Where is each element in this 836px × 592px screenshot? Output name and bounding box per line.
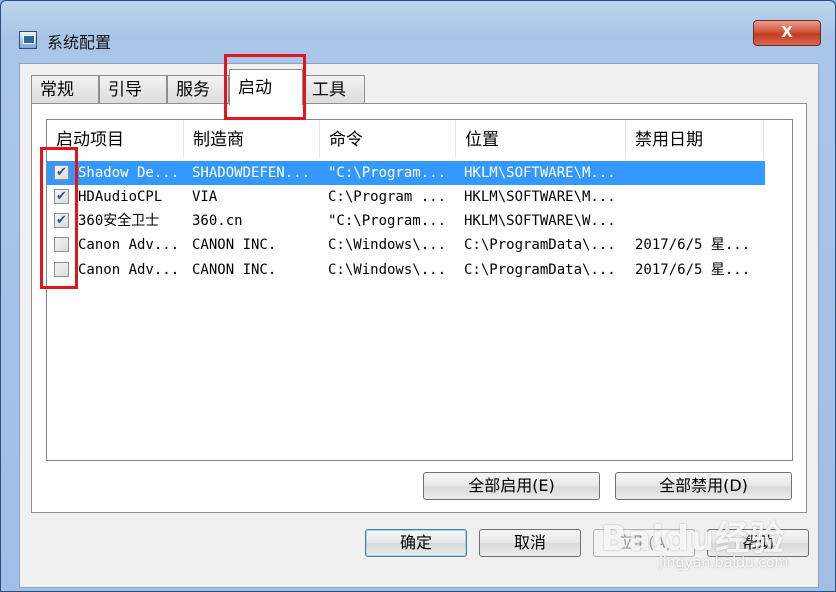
window-title: 系统配置 xyxy=(47,33,112,52)
cell-command: C:\Program ... xyxy=(328,189,447,205)
table-row[interactable]: ✔ HDAudioCPL VIA C:\Program ... HKLM\SOF… xyxy=(47,185,792,209)
cell-command: "C:\Program... xyxy=(328,165,447,181)
baidu-watermark: Baidu经验 jingyan.baidu.com xyxy=(601,499,836,592)
cell-disabled-date xyxy=(635,209,763,233)
annotation-box-checkboxes xyxy=(40,147,78,289)
cell-command: C:\Windows\... xyxy=(328,262,447,278)
cell-disabled-date xyxy=(635,161,763,185)
cell-manufacturer: CANON INC. xyxy=(192,237,277,253)
column-header-command[interactable]: 命令 xyxy=(320,120,456,158)
tab-general[interactable]: 常规 xyxy=(31,75,99,103)
cell-manufacturer: CANON INC. xyxy=(192,262,277,278)
cell-disabled-date: 2017/6/5 星... xyxy=(635,262,751,278)
cell-location: HKLM\SOFTWARE\W... xyxy=(464,213,616,229)
cell-startup-item: HDAudioCPL xyxy=(78,189,163,205)
annotation-box-startup-tab xyxy=(224,54,306,120)
cancel-button[interactable]: 取消 xyxy=(479,529,581,557)
enable-all-button[interactable]: 全部启用(E) xyxy=(423,472,600,500)
cell-location: HKLM\SOFTWARE\M... xyxy=(464,189,616,205)
cell-startup-item: Shadow De... xyxy=(78,165,180,181)
cell-startup-item: Canon Adv... xyxy=(78,237,180,253)
cell-command: C:\Windows\... xyxy=(328,237,447,253)
table-row[interactable]: Canon Adv... CANON INC. C:\Windows\... C… xyxy=(47,258,792,282)
table-row[interactable]: ✔ 360安全卫士 360.cn "C:\Program... HKLM\SOF… xyxy=(47,209,792,233)
watermark-url: jingyan.baidu.com xyxy=(659,555,789,571)
msconfig-icon xyxy=(19,31,37,49)
tab-services[interactable]: 服务 xyxy=(167,75,229,103)
close-button[interactable]: X xyxy=(753,20,821,46)
column-header-disabled-date[interactable]: 禁用日期 xyxy=(626,120,764,158)
cell-manufacturer: SHADOWDEFEN... xyxy=(192,165,311,181)
disable-all-button[interactable]: 全部禁用(D) xyxy=(615,472,792,500)
title-bar[interactable]: 系统配置 X xyxy=(1,1,836,59)
cell-disabled-date: 2017/6/5 星... xyxy=(635,237,751,253)
cell-manufacturer: 360.cn xyxy=(192,213,243,229)
cell-startup-item: Canon Adv... xyxy=(78,262,180,278)
cell-location: C:\ProgramData\... xyxy=(464,237,616,253)
system-config-window: 系统配置 X 常规 引导 服务 启动 工具 启动项目 制造商 命令 位置 禁用日… xyxy=(0,0,836,592)
startup-items-list[interactable]: 启动项目 制造商 命令 位置 禁用日期 ✔ Shadow De... SHADO… xyxy=(46,119,793,461)
table-row[interactable]: Canon Adv... CANON INC. C:\Windows\... C… xyxy=(47,233,792,257)
cell-manufacturer: VIA xyxy=(192,189,218,205)
list-header: 启动项目 制造商 命令 位置 禁用日期 xyxy=(47,120,792,158)
column-header-location[interactable]: 位置 xyxy=(456,120,626,158)
tab-boot[interactable]: 引导 xyxy=(99,75,167,103)
column-header-manufacturer[interactable]: 制造商 xyxy=(184,120,320,158)
ok-button[interactable]: 确定 xyxy=(365,529,467,557)
cell-location: C:\ProgramData\... xyxy=(464,262,616,278)
tab-tools[interactable]: 工具 xyxy=(303,75,365,103)
cell-disabled-date xyxy=(635,185,763,209)
cell-startup-item: 360安全卫士 xyxy=(78,213,160,229)
cell-command: "C:\Program... xyxy=(328,213,447,229)
cell-location: HKLM\SOFTWARE\M... xyxy=(464,165,616,181)
table-row[interactable]: ✔ Shadow De... SHADOWDEFEN... "C:\Progra… xyxy=(47,161,765,185)
watermark-text: Baidu经验 xyxy=(601,519,786,559)
